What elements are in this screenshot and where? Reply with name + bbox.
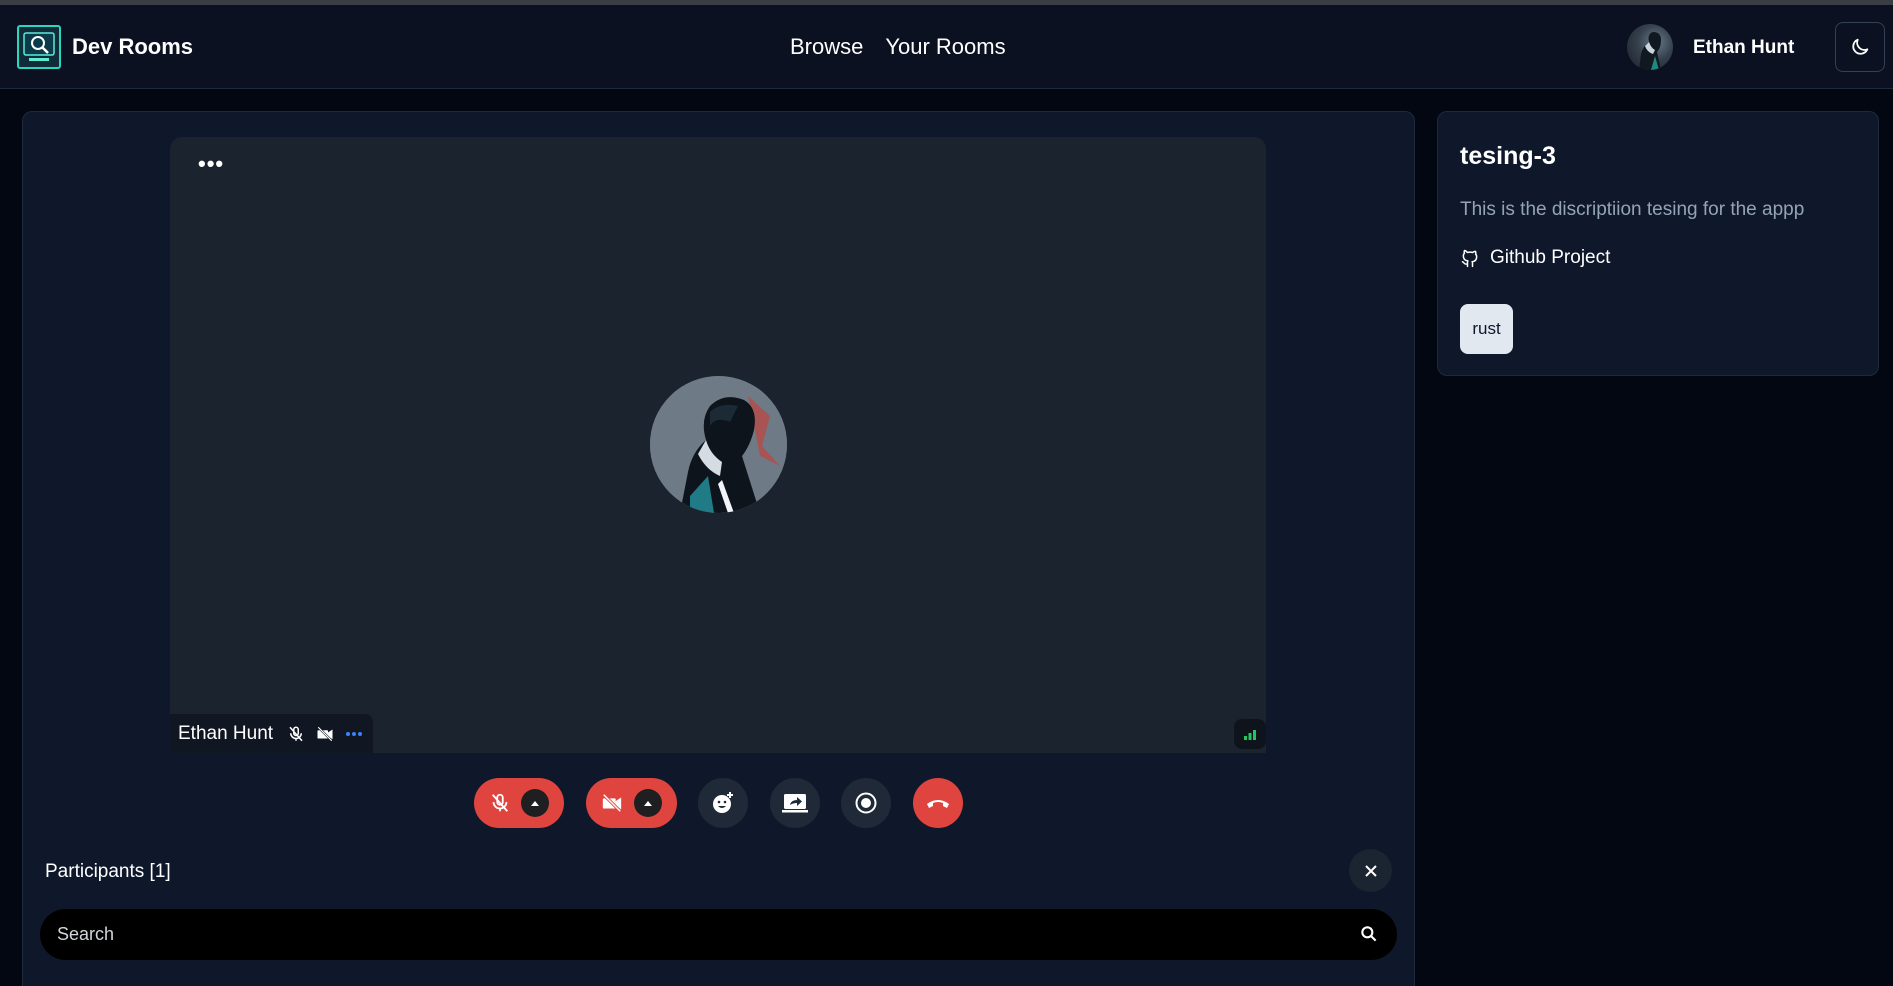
mic-off-icon xyxy=(289,726,303,741)
participant-video-tile: ••• Ethan Hunt xyxy=(170,137,1266,753)
caret-up-icon xyxy=(644,801,652,806)
record-icon xyxy=(855,792,877,814)
nav-browse-link[interactable]: Browse xyxy=(790,34,863,60)
room-description: This is the discriptiion tesing for the … xyxy=(1460,199,1805,220)
participant-name-tag: Ethan Hunt xyxy=(170,714,373,753)
room-title: tesing-3 xyxy=(1460,142,1556,170)
top-navbar: Dev Rooms Browse Your Rooms Ethan Hunt xyxy=(0,5,1893,89)
close-icon xyxy=(1364,864,1377,877)
main-nav: Browse Your Rooms xyxy=(790,34,1006,60)
more-options-icon[interactable] xyxy=(345,731,363,737)
user-avatar[interactable] xyxy=(1627,24,1673,70)
emoji-icon xyxy=(713,792,733,813)
camera-off-icon xyxy=(602,793,622,813)
leave-call-button[interactable] xyxy=(913,778,963,828)
signal-bars-icon xyxy=(1244,730,1256,740)
screen-share-button[interactable] xyxy=(770,778,820,828)
github-link-label[interactable]: Github Project xyxy=(1490,247,1610,269)
caret-up-icon xyxy=(531,801,539,806)
theme-toggle-button[interactable] xyxy=(1835,22,1885,72)
brand-name[interactable]: Dev Rooms xyxy=(72,34,193,60)
participant-name: Ethan Hunt xyxy=(178,722,274,744)
mic-options-caret[interactable] xyxy=(521,789,549,817)
room-info-card: tesing-3 This is the discriptiion tesing… xyxy=(1437,111,1879,376)
mic-toggle-button[interactable] xyxy=(474,778,564,828)
tag-chip[interactable]: rust xyxy=(1460,304,1513,354)
nav-your-rooms-link[interactable]: Your Rooms xyxy=(885,34,1005,60)
record-button[interactable] xyxy=(841,778,891,828)
camera-off-icon xyxy=(317,725,333,742)
screen-share-icon xyxy=(782,794,808,813)
participants-search xyxy=(40,909,1397,960)
user-name[interactable]: Ethan Hunt xyxy=(1693,37,1794,59)
app-logo-icon[interactable] xyxy=(17,25,61,69)
participant-avatar xyxy=(650,376,787,513)
signal-strength-badge xyxy=(1234,719,1266,749)
search-icon[interactable] xyxy=(1359,924,1379,944)
reactions-button[interactable] xyxy=(698,778,748,828)
close-participants-button[interactable] xyxy=(1349,849,1392,892)
camera-toggle-button[interactable] xyxy=(586,778,677,828)
hang-up-icon xyxy=(927,800,949,808)
github-project-link[interactable]: Github Project xyxy=(1460,247,1610,269)
github-icon xyxy=(1461,249,1478,268)
mic-off-icon xyxy=(491,793,509,812)
participant-search-input[interactable] xyxy=(57,924,1317,945)
moon-icon xyxy=(1852,38,1869,55)
camera-options-caret[interactable] xyxy=(634,789,662,817)
participants-heading: Participants [1] xyxy=(45,861,171,882)
tile-options-button[interactable]: ••• xyxy=(198,153,224,175)
